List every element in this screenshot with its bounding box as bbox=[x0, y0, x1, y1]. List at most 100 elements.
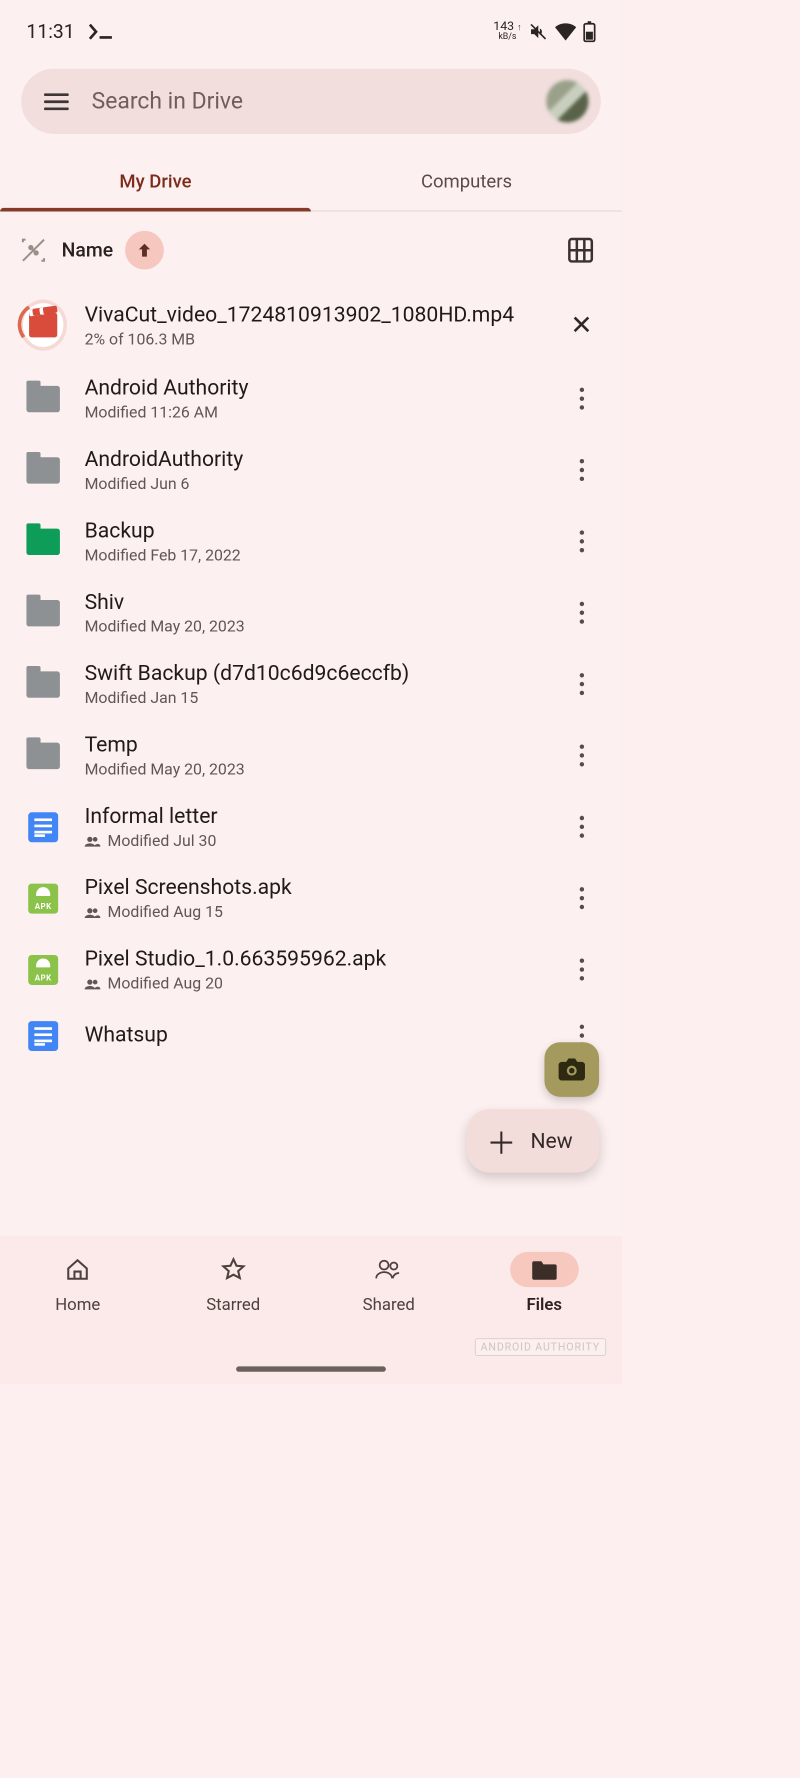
more-icon bbox=[572, 666, 591, 702]
battery-icon bbox=[583, 21, 595, 42]
item-title: Temp bbox=[85, 732, 547, 757]
list-item[interactable]: Swift Backup (d7d10c6d9c6eccfb) Modified… bbox=[0, 648, 622, 719]
item-more-button[interactable] bbox=[564, 880, 599, 916]
more-icon bbox=[572, 452, 591, 488]
item-title: Android Authority bbox=[85, 375, 547, 400]
grid-icon bbox=[566, 235, 596, 265]
folder-icon bbox=[26, 671, 59, 697]
new-fab[interactable]: ＋ New bbox=[467, 1109, 599, 1172]
item-more-button[interactable] bbox=[564, 595, 599, 631]
item-more-button[interactable] bbox=[564, 452, 599, 488]
more-icon bbox=[572, 523, 591, 559]
item-more-button[interactable] bbox=[564, 666, 599, 702]
item-title: AndroidAuthority bbox=[85, 447, 547, 472]
plus-icon: ＋ bbox=[486, 1119, 516, 1162]
tab-computers[interactable]: Computers bbox=[311, 153, 622, 210]
list-item[interactable]: Android Authority Modified 11:26 AM bbox=[0, 363, 622, 434]
upload-row[interactable]: VivaCut_video_1724810913902_1080HD.mp4 2… bbox=[0, 287, 622, 363]
upload-progress-text: 2% of 106.3 MB bbox=[85, 330, 547, 349]
item-more-button[interactable] bbox=[564, 523, 599, 559]
upload-filename: VivaCut_video_1724810913902_1080HD.mp4 bbox=[85, 302, 547, 327]
nav-home[interactable]: Home bbox=[0, 1252, 155, 1384]
folder-icon bbox=[26, 385, 59, 411]
folder-icon bbox=[532, 1259, 557, 1280]
folder-icon bbox=[26, 528, 59, 554]
list-item[interactable]: Backup Modified Feb 17, 2022 bbox=[0, 506, 622, 577]
cancel-upload-button[interactable]: ✕ bbox=[564, 310, 599, 341]
item-meta: Modified May 20, 2023 bbox=[85, 618, 547, 637]
file-list: VivaCut_video_1724810913902_1080HD.mp4 2… bbox=[0, 287, 622, 1053]
list-item[interactable]: Temp Modified May 20, 2023 bbox=[0, 720, 622, 791]
list-item[interactable]: Whatsup bbox=[0, 1005, 622, 1053]
item-title: Pixel Screenshots.apk bbox=[85, 875, 547, 900]
item-more-button[interactable] bbox=[564, 809, 599, 845]
item-meta: Modified May 20, 2023 bbox=[85, 760, 547, 779]
item-meta: Modified Aug 15 bbox=[85, 903, 547, 922]
gdoc-icon bbox=[28, 812, 58, 842]
item-meta: Modified Jul 30 bbox=[85, 832, 547, 851]
list-item[interactable]: AndroidAuthority Modified Jun 6 bbox=[0, 434, 622, 505]
new-label: New bbox=[530, 1129, 572, 1154]
item-more-button[interactable] bbox=[564, 737, 599, 773]
item-title: Pixel Studio_1.0.663595962.apk bbox=[85, 946, 547, 971]
more-icon bbox=[572, 595, 591, 631]
close-icon: ✕ bbox=[570, 310, 592, 341]
camera-icon bbox=[559, 1058, 585, 1081]
menu-icon[interactable] bbox=[37, 86, 76, 117]
search-input[interactable]: Search in Drive bbox=[92, 88, 531, 114]
more-icon bbox=[572, 737, 591, 773]
nav-shared[interactable]: Shared bbox=[311, 1252, 466, 1384]
status-bar: 11:31 143 ↑ kB/s bbox=[0, 0, 622, 51]
item-meta: Modified Aug 20 bbox=[85, 974, 547, 993]
list-item[interactable]: APK Pixel Studio_1.0.663595962.apk Modif… bbox=[0, 934, 622, 1005]
terminal-icon bbox=[89, 24, 114, 40]
list-item[interactable]: Informal letter Modified Jul 30 bbox=[0, 791, 622, 862]
item-title: Backup bbox=[85, 518, 547, 543]
scope-icon[interactable] bbox=[18, 234, 50, 266]
star-icon bbox=[221, 1257, 246, 1282]
watermark: ANDROID AUTHORITY bbox=[474, 1338, 606, 1356]
bottom-nav: Home Starred Shared Files bbox=[0, 1236, 622, 1384]
list-item[interactable]: APK Pixel Screenshots.apk Modified Aug 1… bbox=[0, 862, 622, 933]
item-more-button[interactable] bbox=[564, 951, 599, 987]
item-meta: Modified Jan 15 bbox=[85, 689, 547, 708]
home-icon bbox=[65, 1257, 90, 1282]
status-time: 11:31 bbox=[26, 21, 74, 43]
account-avatar[interactable] bbox=[546, 80, 588, 122]
search-bar[interactable]: Search in Drive bbox=[21, 69, 601, 134]
wifi-icon bbox=[555, 23, 576, 41]
video-icon bbox=[29, 313, 57, 338]
nav-starred[interactable]: Starred bbox=[155, 1252, 310, 1384]
shared-icon bbox=[85, 906, 101, 918]
tab-my-drive[interactable]: My Drive bbox=[0, 153, 311, 210]
arrow-up-icon bbox=[135, 241, 154, 260]
grid-view-button[interactable] bbox=[566, 235, 596, 265]
scan-fab[interactable] bbox=[544, 1042, 599, 1097]
sort-direction-button[interactable] bbox=[125, 231, 164, 270]
people-icon bbox=[376, 1259, 402, 1280]
sort-label[interactable]: Name bbox=[62, 239, 113, 261]
shared-icon bbox=[85, 835, 101, 847]
folder-icon bbox=[26, 600, 59, 626]
item-meta: Modified 11:26 AM bbox=[85, 403, 547, 422]
item-more-button[interactable] bbox=[564, 381, 599, 417]
list-item[interactable]: Shiv Modified May 20, 2023 bbox=[0, 577, 622, 648]
item-title: Shiv bbox=[85, 589, 547, 614]
more-icon bbox=[572, 809, 591, 845]
folder-icon bbox=[26, 457, 59, 483]
network-rate: 143 ↑ kB/s bbox=[493, 22, 521, 41]
item-meta: Modified Jun 6 bbox=[85, 475, 547, 494]
apk-icon: APK bbox=[28, 955, 58, 985]
item-meta: Modified Feb 17, 2022 bbox=[85, 546, 547, 565]
home-indicator[interactable] bbox=[236, 1366, 386, 1371]
nav-files[interactable]: Files bbox=[466, 1252, 621, 1384]
mute-icon bbox=[529, 22, 548, 41]
apk-icon: APK bbox=[28, 883, 58, 913]
more-icon bbox=[572, 381, 591, 417]
more-icon bbox=[572, 880, 591, 916]
drive-tabs: My Drive Computers bbox=[0, 153, 622, 211]
upload-progress-icon bbox=[19, 300, 67, 351]
shared-icon bbox=[85, 977, 101, 989]
more-icon bbox=[572, 951, 591, 987]
gdoc-icon bbox=[28, 1021, 58, 1051]
